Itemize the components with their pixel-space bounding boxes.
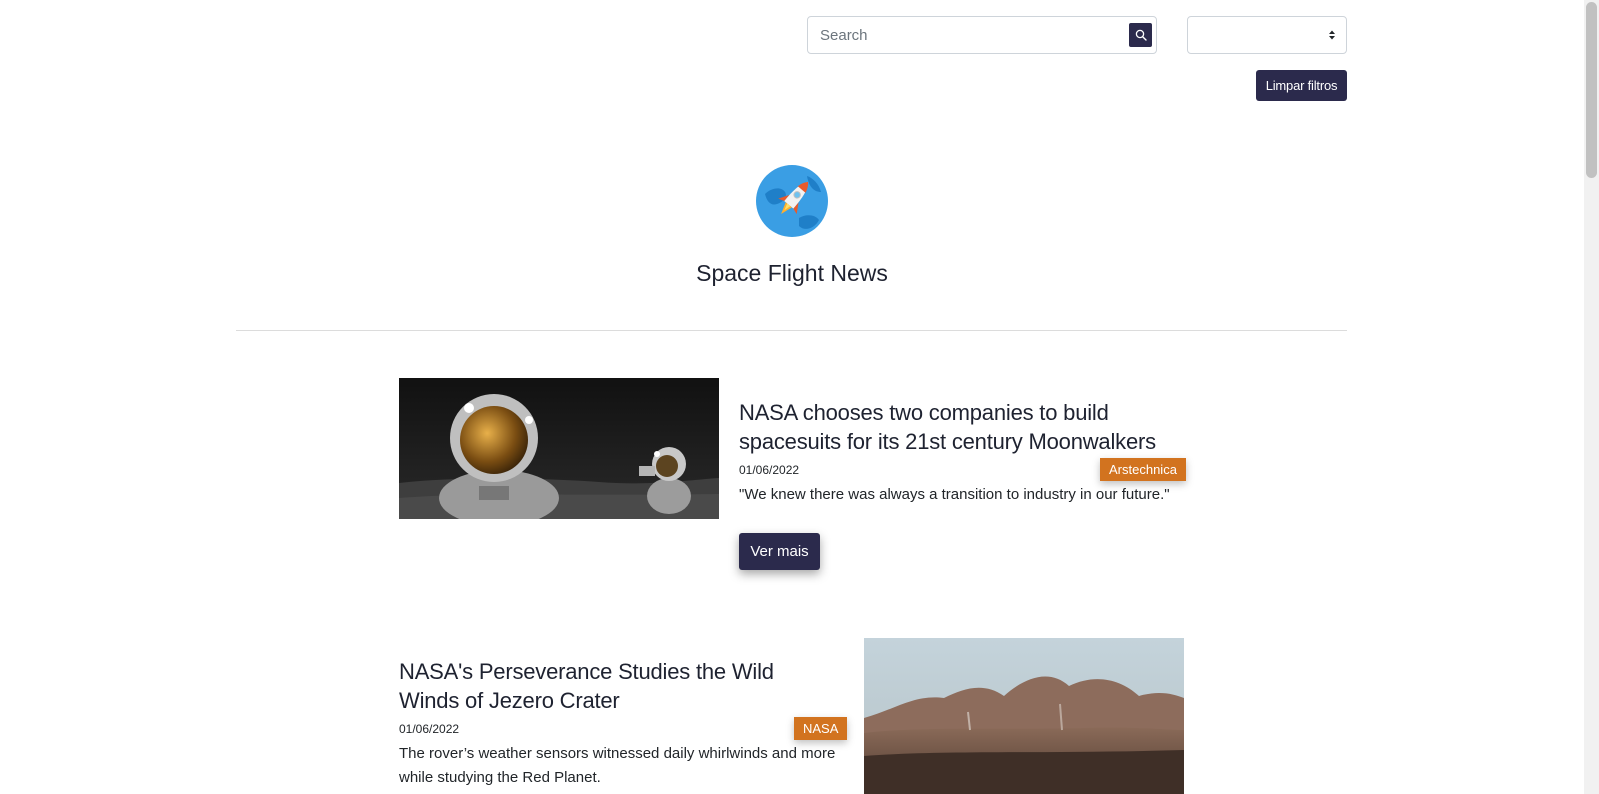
article-image-mars xyxy=(864,638,1184,794)
article-summary: The rover’s weather sensors witnessed da… xyxy=(399,745,836,786)
article-title[interactable]: NASA chooses two companies to build spac… xyxy=(739,398,1179,456)
source-filter-select[interactable] xyxy=(1187,16,1347,54)
article-source-badge: Arstechnica xyxy=(1100,458,1186,481)
scrollbar[interactable] xyxy=(1584,0,1599,794)
search-input[interactable] xyxy=(808,17,1118,53)
article-image-astronauts xyxy=(399,378,719,519)
article-source-badge: NASA xyxy=(794,717,848,740)
scrollbar-thumb[interactable] xyxy=(1586,2,1597,178)
select-caret-icon xyxy=(1329,30,1335,40)
article-title[interactable]: NASA's Perseverance Studies the Wild Win… xyxy=(399,657,839,715)
search-button[interactable] xyxy=(1129,23,1152,47)
article-date: 01/06/2022 xyxy=(399,722,460,736)
article-date: 01/06/2022 xyxy=(739,463,800,477)
search-icon xyxy=(1135,29,1147,41)
search-box xyxy=(807,16,1157,54)
divider xyxy=(236,330,1347,331)
rocket-globe-logo xyxy=(756,165,828,237)
site-title: Space Flight News xyxy=(696,260,888,286)
page: Limpar filtros Space Flight News xyxy=(0,0,1584,794)
article-summary: "We knew there was always a transition t… xyxy=(739,486,1170,503)
clear-filters-button[interactable]: Limpar filtros xyxy=(1256,70,1347,101)
read-more-button[interactable]: Ver mais xyxy=(739,533,820,570)
